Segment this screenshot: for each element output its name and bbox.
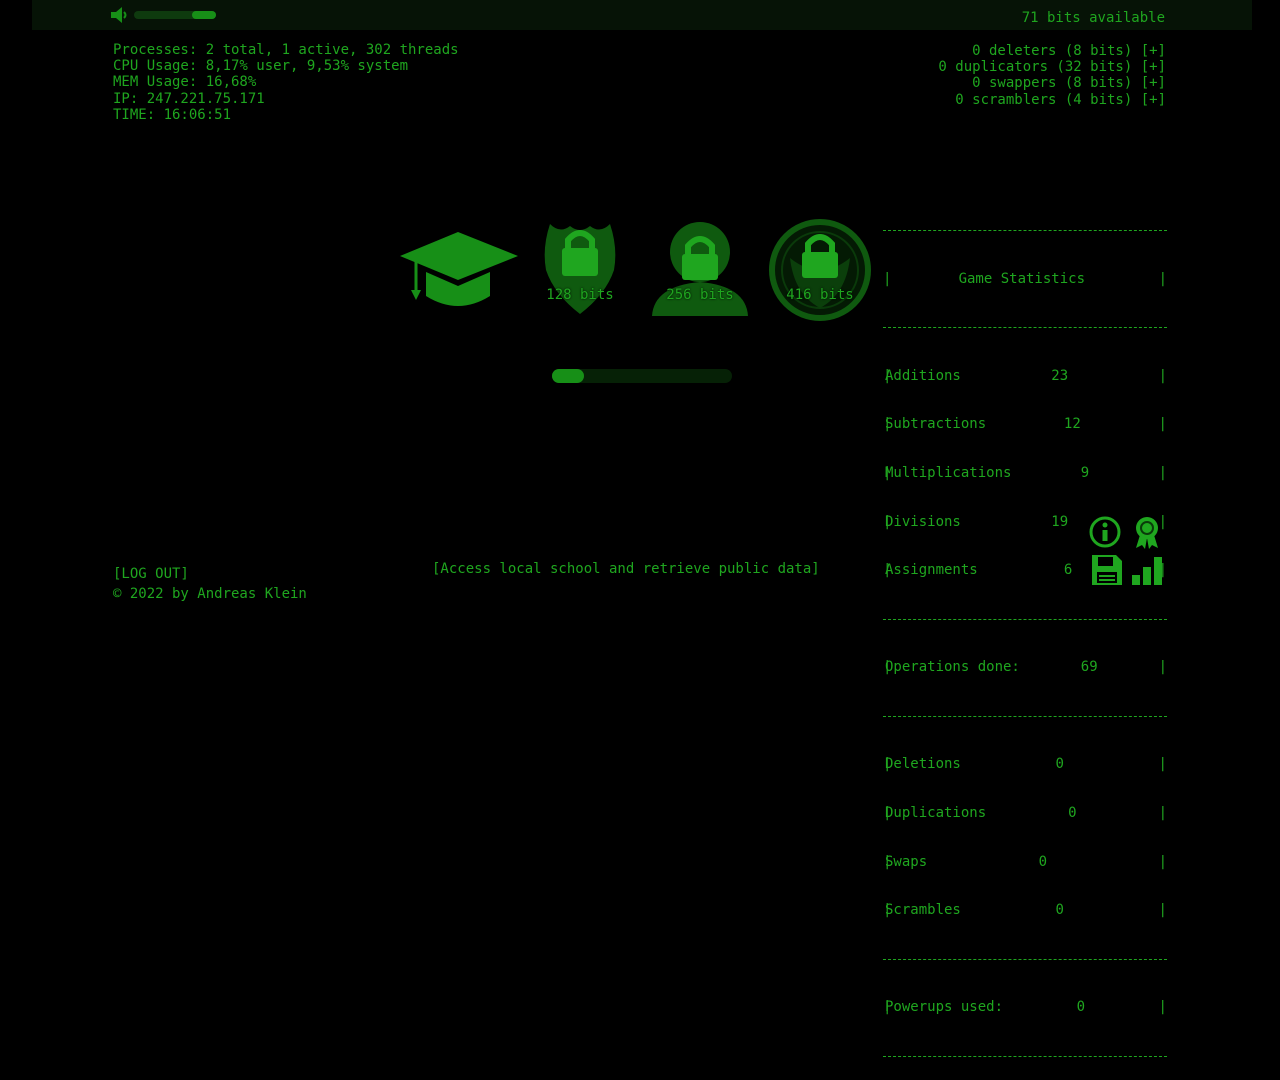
bottom-right-icons	[1088, 515, 1170, 587]
stat-label: Multiplications	[885, 465, 1012, 482]
stats-divider	[883, 1055, 1167, 1064]
police-badge-lock-icon	[544, 224, 616, 314]
cpu-usage-text: CPU Usage: 8,17% user, 9,53% system	[113, 58, 409, 75]
powerup-swappers[interactable]: 0 swappers (8 bits) [+]	[938, 75, 1166, 91]
stat-label: Duplications	[885, 804, 987, 821]
target-agency[interactable]: 416 bits	[760, 218, 880, 328]
stat-value: 69	[1080, 659, 1098, 676]
speaker-icon[interactable]	[110, 6, 130, 24]
person-lock-icon	[652, 222, 748, 316]
stat-label: Deletions	[885, 756, 961, 773]
stat-value: 0	[1055, 756, 1064, 773]
stats-row: Scrambles 0	[883, 902, 1167, 918]
stat-value: 0	[1055, 902, 1064, 919]
stat-value: 0	[1076, 999, 1085, 1016]
copyright-text: © 2022 by Andreas Klein	[113, 586, 307, 602]
volume-slider-fill	[192, 11, 216, 19]
stats-divider	[883, 327, 1167, 335]
hack-progress-fill	[552, 369, 585, 383]
bits-available: 71 bits available	[1021, 10, 1165, 26]
stats-row: Additions 23	[883, 368, 1167, 384]
target-school[interactable]	[400, 218, 520, 328]
graduation-cap-icon	[400, 232, 518, 306]
stats-title-row: Game Statistics	[883, 271, 1167, 287]
stats-row: Duplications 0	[883, 805, 1167, 821]
stats-title: Game Statistics	[958, 270, 1085, 287]
target-police-label: 128 bits	[546, 287, 614, 303]
stat-label: Assignments	[885, 562, 978, 579]
stats-row: Deletions 0	[883, 756, 1167, 772]
stat-label: Additions	[885, 367, 961, 384]
stat-value: 23	[1051, 367, 1069, 384]
game-statistics-panel: Game Statistics Additions 23 Subtractions…	[883, 190, 1167, 1080]
powerup-duplicators[interactable]: 0 duplicators (32 bits) [+]	[938, 59, 1166, 75]
target-person[interactable]: 256 bits	[640, 218, 760, 328]
ip-text: IP: 247.221.75.171	[113, 90, 265, 107]
target-police[interactable]: 128 bits	[520, 218, 640, 328]
stats-divider	[883, 618, 1167, 627]
stat-label: Swaps	[885, 853, 928, 870]
leaderboard-bars-icon[interactable]	[1130, 553, 1164, 587]
powerups-list: 0 deleters (8 bits) [+] 0 duplicators (3…	[938, 43, 1166, 108]
stats-divider	[883, 715, 1167, 724]
stats-row: Subtractions 12	[883, 416, 1167, 432]
volume-control[interactable]	[110, 6, 216, 24]
stats-row: Operations done: 69	[883, 659, 1167, 675]
eagle-seal-lock-icon	[769, 219, 871, 321]
stat-value: 19	[1051, 513, 1069, 530]
mission-text[interactable]: [Access local school and retrieve public…	[432, 561, 820, 577]
stat-label: Powerups used:	[885, 999, 1004, 1016]
time-text: TIME: 16:06:51	[113, 106, 232, 123]
hack-progress-bar	[552, 369, 732, 383]
volume-slider[interactable]	[134, 11, 216, 19]
stats-row: Swaps 0	[883, 854, 1167, 870]
award-ribbon-icon[interactable]	[1130, 515, 1164, 549]
stat-label: Subtractions	[885, 416, 987, 433]
stats-row: Multiplications 9	[883, 465, 1167, 481]
powerup-deleters[interactable]: 0 deleters (8 bits) [+]	[938, 43, 1166, 59]
stat-label: Divisions	[885, 513, 961, 530]
stat-value: 0	[1038, 853, 1048, 870]
target-agency-label: 416 bits	[786, 287, 854, 303]
mem-usage-text: MEM Usage: 16,68%	[113, 74, 257, 91]
powerup-scramblers[interactable]: 0 scramblers (4 bits) [+]	[938, 92, 1166, 108]
info-icon[interactable]	[1088, 515, 1122, 549]
processes-text: Processes: 2 total, 1 active, 302 thread…	[113, 42, 459, 58]
targets: 128 bits 256 bits 416 bits	[400, 218, 880, 328]
stat-label: Scrambles	[885, 902, 961, 919]
system-info: Processes: 2 total, 1 active, 302 thread…	[113, 42, 459, 123]
stats-row: Powerups used: 0	[883, 999, 1167, 1015]
target-person-label: 256 bits	[666, 287, 734, 303]
stat-value: 9	[1080, 465, 1090, 482]
stat-value: 6	[1063, 562, 1073, 579]
stat-label: Operations done:	[885, 659, 1020, 676]
stats-divider	[883, 230, 1167, 238]
logout-link[interactable]: [LOG OUT]	[113, 566, 189, 582]
save-icon[interactable]	[1090, 553, 1124, 587]
stat-value: 0	[1068, 804, 1077, 821]
stats-divider	[883, 958, 1167, 967]
stat-value: 12	[1063, 416, 1081, 433]
